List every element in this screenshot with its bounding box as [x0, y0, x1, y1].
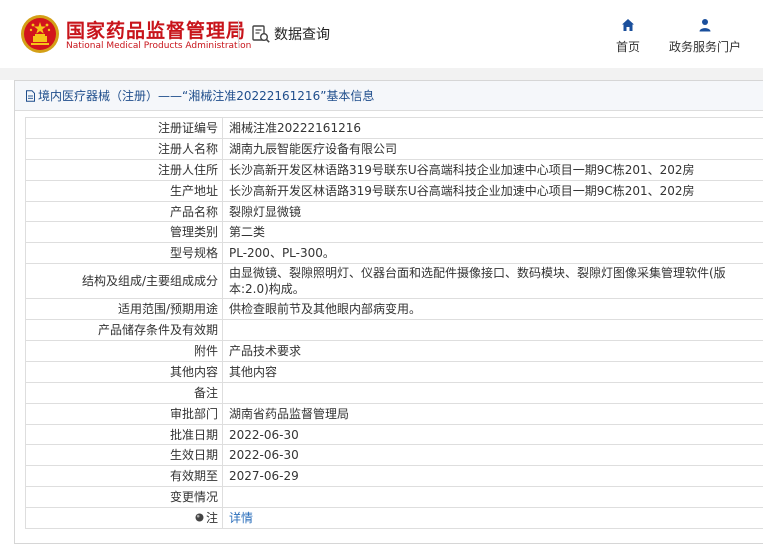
breadcrumb: 境内医疗器械（注册）——“湘械注准20222161216”基本信息 [15, 81, 763, 111]
field-label: 批准日期 [25, 423, 223, 446]
field-value [222, 486, 763, 509]
field-label: 适用范围/预期用途 [25, 298, 223, 321]
table-row: 有效期至 2027-06-29 [25, 465, 763, 488]
field-value: PL-200、PL-300。 [222, 242, 763, 265]
field-value: 湖南省药品监督管理局 [222, 402, 763, 425]
site-brand-en: National Medical Products Administration [66, 41, 252, 51]
table-row: 生效日期 2022-06-30 [25, 444, 763, 467]
field-label: 管理类别 [25, 221, 223, 244]
table-row: 管理类别 第二类 [25, 221, 763, 244]
field-label: 其他内容 [25, 360, 223, 383]
field-value: 其他内容 [222, 360, 763, 383]
table-row: 备注 [25, 381, 763, 404]
field-value: 产品技术要求 [222, 340, 763, 362]
table-row: 注 详情 [25, 507, 763, 530]
field-value: 湖南九辰智能医疗设备有限公司 [222, 137, 763, 160]
field-value: 供检查眼前节及其他眼内部病变用。 [222, 298, 763, 321]
nav-home[interactable]: 首页 [608, 18, 648, 55]
table-row: 变更情况 [25, 486, 763, 509]
field-value: 由显微镜、裂隙照明灯、仪器台面和选配件摄像接口、数码模块、裂隙灯图像采集管理软件… [222, 263, 763, 300]
details-link[interactable]: 详情 [229, 511, 253, 525]
field-value [222, 319, 763, 342]
table-row: 注册人住所 长沙高新开发区林语路319号联东U谷高端科技企业加速中心项目一期9C栋… [25, 158, 763, 181]
table-row: 注册证编号 湘械注准20222161216 [25, 117, 763, 139]
header-separator [0, 68, 763, 80]
bullet-icon [195, 513, 204, 522]
note-label: 注 [195, 510, 218, 526]
table-row: 产品名称 裂隙灯显微镜 [25, 200, 763, 223]
header-divider [238, 20, 239, 48]
field-value: 2027-06-29 [222, 465, 763, 488]
field-label: 有效期至 [25, 465, 223, 488]
table-row: 其他内容 其他内容 [25, 360, 763, 383]
national-emblem-icon [21, 15, 59, 53]
field-label: 生效日期 [25, 444, 223, 467]
field-label: 备注 [25, 381, 223, 404]
field-value [222, 381, 763, 404]
field-label: 产品储存条件及有效期 [25, 319, 223, 342]
field-value: 长沙高新开发区林语路319号联东U谷高端科技企业加速中心项目一期9C栋201、2… [222, 179, 763, 202]
field-label: 结构及组成/主要组成成分 [25, 263, 223, 300]
field-label: 型号规格 [25, 242, 223, 265]
nav-service-portal[interactable]: 政务服务门户 [662, 18, 748, 55]
table-row: 生产地址 长沙高新开发区林语路319号联东U谷高端科技企业加速中心项目一期9C栋2… [25, 179, 763, 202]
detail-panel: 境内医疗器械（注册）——“湘械注准20222161216”基本信息 注册证编号湘… [14, 80, 763, 544]
table-row: 型号规格 PL-200、PL-300。 [25, 242, 763, 265]
field-label: 审批部门 [25, 402, 223, 425]
table-row: 结构及组成/主要组成成分 由显微镜、裂隙照明灯、仪器台面和选配件摄像接口、数码模块… [25, 263, 763, 300]
note-value-cell: 详情 [222, 507, 763, 530]
table-row: 审批部门 湖南省药品监督管理局 [25, 402, 763, 425]
field-label: 变更情况 [25, 486, 223, 509]
data-query-label: 数据查询 [274, 27, 330, 43]
table-row: 注册人名称 湖南九辰智能医疗设备有限公司 [25, 137, 763, 160]
note-label-cell: 注 [25, 507, 223, 530]
field-value: 长沙高新开发区林语路319号联东U谷高端科技企业加速中心项目一期9C栋201、2… [222, 158, 763, 181]
field-label: 注册人住所 [25, 158, 223, 181]
field-value: 裂隙灯显微镜 [222, 200, 763, 223]
field-label: 产品名称 [25, 200, 223, 223]
field-value: 第二类 [222, 221, 763, 244]
site-header: 国家药品监督管理局 National Medical Products Admi… [0, 0, 763, 68]
nav-home-label: 首页 [615, 40, 640, 54]
field-value: 2022-06-30 [222, 423, 763, 446]
document-icon [26, 89, 35, 102]
field-label: 生产地址 [25, 179, 223, 202]
field-value: 2022-06-30 [222, 444, 763, 467]
field-label: 注册人名称 [25, 137, 223, 160]
page-title: 境内医疗器械（注册）——“湘械注准20222161216”基本信息 [38, 89, 375, 103]
table-row: 适用范围/预期用途 供检查眼前节及其他眼内部病变用。 [25, 298, 763, 321]
table-row: 产品储存条件及有效期 [25, 319, 763, 342]
table-row: 附件 产品技术要求 [25, 340, 763, 362]
home-icon [622, 19, 634, 31]
field-value: 湘械注准20222161216 [222, 117, 763, 139]
document-search-icon [252, 25, 270, 43]
data-query-link[interactable]: 数据查询 [251, 23, 330, 45]
site-brand-cn[interactable]: 国家药品监督管理局 [66, 16, 246, 43]
user-icon [699, 19, 711, 32]
field-label: 附件 [25, 340, 223, 362]
device-info-table: 注册证编号 湘械注准20222161216 注册人名称 湖南九辰智能医疗设备有限公司… [25, 117, 763, 530]
note-label-text: 注 [205, 510, 218, 525]
field-label: 注册证编号 [25, 117, 223, 139]
nav-service-label: 政务服务门户 [668, 40, 741, 54]
table-row: 批准日期 2022-06-30 [25, 423, 763, 446]
